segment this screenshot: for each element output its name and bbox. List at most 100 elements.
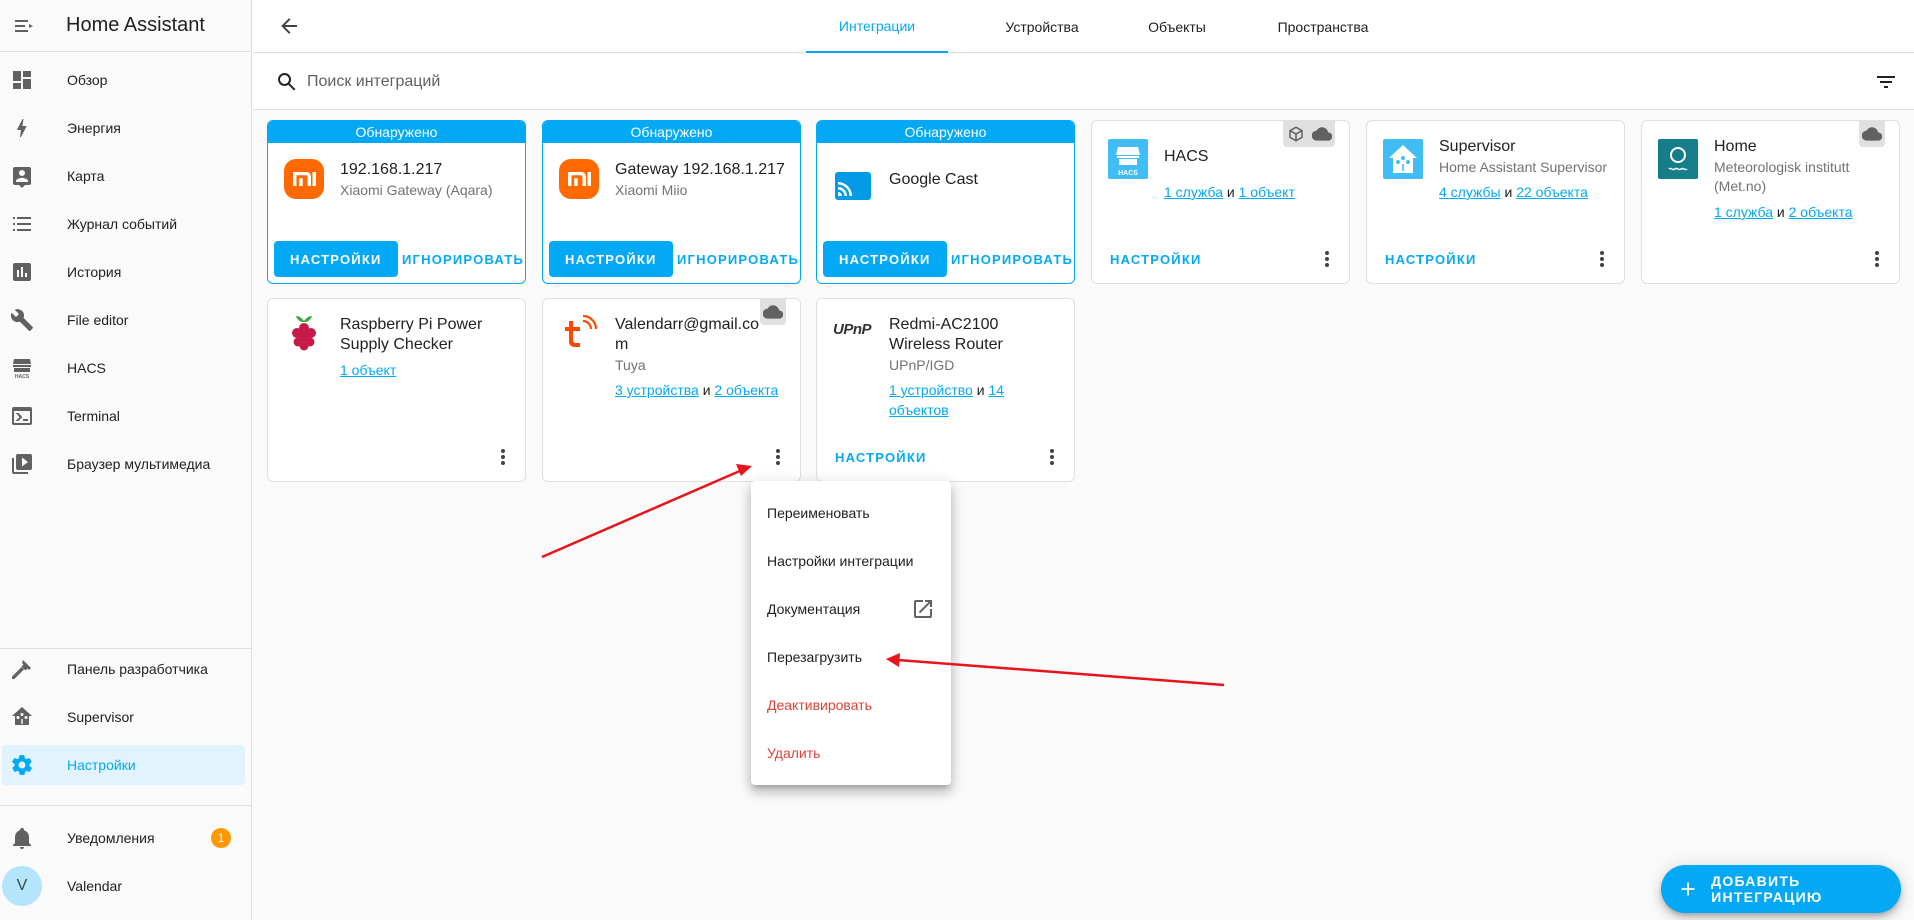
overflow-menu-button[interactable]: [766, 445, 790, 469]
entities-link[interactable]: 2 объекта: [1789, 204, 1853, 220]
integration-card-tuya: Valendarr@gmail.com Tuya 3 устройства и …: [542, 298, 801, 482]
filter-icon[interactable]: [1874, 70, 1898, 94]
dots-vertical-icon: [501, 449, 505, 465]
ignore-button[interactable]: ИГНОРИРОВАТЬ: [939, 241, 1074, 277]
configure-button[interactable]: НАСТРОЙКИ: [823, 241, 947, 277]
add-integration-button[interactable]: ДОБАВИТЬ ИНТЕГРАЦИЮ: [1661, 865, 1901, 913]
card-title: Home: [1714, 138, 1757, 155]
devices-link[interactable]: 1 устройство: [889, 382, 973, 398]
sidebar-item-energy[interactable]: Энергия: [2, 108, 245, 148]
menu-item-reload[interactable]: Перезагрузить: [751, 633, 951, 681]
overflow-menu-button[interactable]: [1590, 247, 1614, 271]
links-separator: и: [1776, 204, 1785, 220]
sidebar-item-history[interactable]: История: [2, 252, 245, 292]
sidebar-item-label: Настройки: [67, 757, 136, 773]
entities-link[interactable]: 22 объекта: [1516, 184, 1588, 200]
sidebar-item-notifications[interactable]: Уведомления 1: [2, 818, 245, 858]
open-in-new-icon: [914, 600, 932, 618]
configure-button[interactable]: НАСТРОЙКИ: [549, 241, 673, 277]
card-corner-icons: [1283, 121, 1335, 147]
sidebar-item-map[interactable]: Карта: [2, 156, 245, 196]
integration-card-xiaomi-gateway: Обнаружено 192.168.1.217 Xiaomi Gateway …: [267, 120, 526, 284]
sidebar-item-overview[interactable]: Обзор: [2, 60, 245, 100]
card-title: Raspberry Pi Power Supply Checker: [340, 316, 483, 353]
services-link[interactable]: 1 служба: [1714, 204, 1773, 220]
met-no-logo-icon: [1658, 139, 1698, 179]
sidebar-item-developer-tools[interactable]: Панель разработчика: [2, 649, 245, 689]
svg-text:HACS: HACS: [1118, 170, 1138, 177]
sidebar-header: Home Assistant: [0, 0, 251, 52]
sidebar-item-label: Энергия: [67, 120, 121, 136]
devices-link[interactable]: 3 устройства: [615, 382, 699, 398]
menu-item-delete[interactable]: Удалить: [751, 729, 951, 777]
card-subtitle: Xiaomi Miio: [615, 182, 688, 198]
entities-link[interactable]: 2 объекта: [714, 382, 778, 398]
card-title: Google Cast: [889, 171, 978, 188]
tab-entities[interactable]: Объекты: [1117, 0, 1237, 53]
cloud-icon: [1311, 123, 1333, 145]
sidebar-item-label: Terminal: [67, 408, 120, 424]
sidebar-item-settings[interactable]: Настройки: [2, 745, 245, 785]
sidebar-item-label: Карта: [67, 168, 105, 184]
settings-button[interactable]: НАСТРОЙКИ: [1098, 241, 1214, 277]
card-title: Gateway 192.168.1.217: [615, 161, 785, 178]
sidebar-item-logbook[interactable]: Журнал событий: [2, 204, 245, 244]
menu-item-rename[interactable]: Переименовать: [751, 489, 951, 537]
google-cast-logo-icon: [835, 172, 871, 200]
services-link[interactable]: 4 службы: [1439, 184, 1501, 200]
overflow-menu-button[interactable]: [1040, 445, 1064, 469]
ignore-button[interactable]: ИГНОРИРОВАТЬ: [665, 241, 800, 277]
upnp-logo: UPnP: [833, 321, 872, 338]
sidebar-item-label: Журнал событий: [67, 216, 178, 232]
overflow-menu-button[interactable]: [1865, 247, 1889, 271]
back-button[interactable]: [275, 12, 303, 40]
tab-areas[interactable]: Пространства: [1253, 0, 1393, 53]
sidebar-item-label: Valendar: [67, 878, 123, 894]
sidebar-item-file-editor[interactable]: File editor: [2, 300, 245, 340]
card-title: Redmi-AC2100 Wireless Router: [889, 316, 1003, 353]
settings-button[interactable]: НАСТРОЙКИ: [1373, 241, 1489, 277]
card-title: HACS: [1164, 148, 1209, 165]
sidebar-item-supervisor[interactable]: Supervisor: [2, 697, 245, 737]
sidebar-divider: [0, 805, 252, 806]
ignore-button[interactable]: ИГНОРИРОВАТЬ: [390, 241, 525, 277]
sidebar-item-hacs[interactable]: HACS HACS: [2, 348, 245, 388]
app-title: Home Assistant: [66, 14, 205, 36]
tuya-logo-icon: [565, 314, 598, 347]
services-link[interactable]: 1 служба: [1164, 184, 1223, 200]
card-links: 4 службы и 22 объекта: [1439, 182, 1618, 202]
search-input[interactable]: [307, 68, 907, 96]
overflow-menu-button[interactable]: [1315, 247, 1339, 271]
menu-item-documentation[interactable]: Документация: [751, 585, 951, 633]
menu-toggle-button[interactable]: [0, 0, 46, 52]
search-icon: [278, 73, 296, 91]
entities-link[interactable]: 1 объект: [340, 362, 396, 378]
sidebar-item-label: Обзор: [67, 72, 108, 88]
tab-integrations[interactable]: Интеграции: [806, 0, 948, 53]
map-account-icon: [2, 156, 42, 196]
menu-item-disable[interactable]: Деактивировать: [751, 681, 951, 729]
dashboard-icon: [2, 60, 42, 100]
menu-open-icon: [15, 19, 33, 32]
card-subtitle: Tuya: [615, 357, 646, 373]
hacs-logo-icon: HACS: [1108, 139, 1148, 179]
configure-button[interactable]: НАСТРОЙКИ: [274, 241, 398, 277]
xiaomi-logo-icon: [559, 159, 599, 199]
tab-devices[interactable]: Устройства: [971, 0, 1113, 53]
links-separator: и: [1226, 184, 1235, 200]
settings-button[interactable]: НАСТРОЙКИ: [823, 439, 939, 475]
card-links: 1 служба и 2 объекта: [1714, 202, 1893, 222]
dots-vertical-icon: [1050, 449, 1054, 465]
raspberry-pi-logo-icon: [292, 316, 316, 351]
entities-link[interactable]: 1 объект: [1239, 184, 1295, 200]
menu-item-integration-options[interactable]: Настройки интеграции: [751, 537, 951, 585]
sidebar-item-user[interactable]: V Valendar: [2, 866, 245, 906]
sidebar-item-media-browser[interactable]: Браузер мультимедиа: [2, 444, 245, 484]
card-links: 1 объект: [340, 360, 519, 380]
sidebar-item-label: Supervisor: [67, 709, 134, 725]
card-subtitle: Home Assistant Supervisor: [1439, 159, 1608, 175]
card-subtitle: Xiaomi Gateway (Aqara): [340, 182, 493, 198]
sidebar-item-label: История: [67, 264, 122, 280]
overflow-menu-button[interactable]: [491, 445, 515, 469]
sidebar-item-terminal[interactable]: Terminal: [2, 396, 245, 436]
